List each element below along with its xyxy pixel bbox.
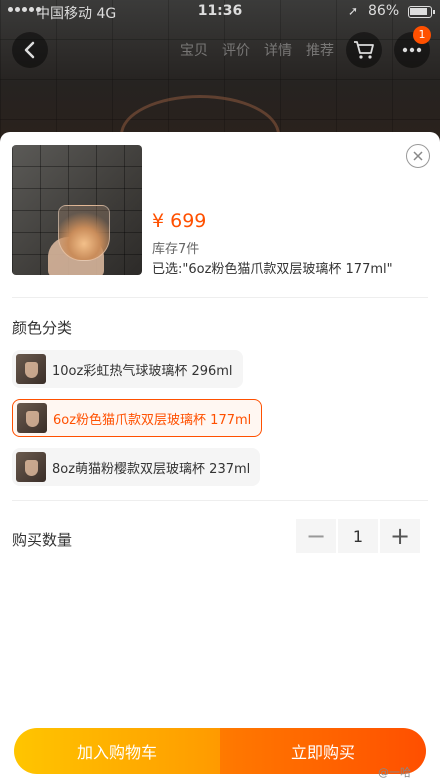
watermark: @一哈	[378, 766, 411, 779]
action-bar: 加入购物车 立即购买	[14, 728, 426, 774]
tab-baobei: 宝贝	[180, 43, 208, 59]
back-button[interactable]	[12, 32, 48, 68]
status-bar: 中国移动 4G 11:36 ➚ 86%	[0, 0, 440, 24]
option-thumbnail	[16, 354, 46, 384]
cart-icon	[354, 41, 374, 59]
cart-button[interactable]	[346, 32, 382, 68]
more-dots-icon	[402, 47, 422, 53]
option-label: 10oz彩虹热气球玻璃杯 296ml	[52, 363, 233, 379]
color-section-title: 颜色分类	[12, 319, 73, 337]
product-thumbnail[interactable]	[12, 145, 142, 275]
selected-variant: 已选:"6oz粉色猫爪款双层玻璃杯 177ml"	[152, 262, 393, 277]
divider	[12, 500, 428, 501]
quantity-title: 购买数量	[12, 531, 73, 549]
thumbnail-glass	[58, 205, 110, 261]
dimmed-tabs: 宝贝 评价 详情 推荐	[180, 40, 334, 60]
tab-reviews: 评价	[222, 43, 250, 59]
close-button[interactable]	[406, 144, 430, 168]
tab-details: 详情	[264, 43, 292, 59]
option-thumbnail	[17, 403, 47, 433]
product-price: ¥ 699	[152, 210, 207, 232]
option-label: 8oz萌猫粉樱款双层玻璃杯 237ml	[52, 461, 251, 477]
color-option[interactable]: 10oz彩虹热气球玻璃杯 296ml	[12, 350, 243, 388]
divider	[12, 297, 428, 298]
battery-percent: 86%	[368, 3, 400, 19]
stock-count: 库存7件	[152, 242, 200, 257]
increase-button[interactable]: +	[380, 519, 420, 553]
color-option[interactable]: 8oz萌猫粉樱款双层玻璃杯 237ml	[12, 448, 261, 486]
close-icon	[413, 151, 423, 161]
decrease-button[interactable]: −	[296, 519, 336, 553]
battery-icon	[408, 6, 435, 18]
chevron-left-icon	[24, 41, 35, 59]
add-to-cart-button[interactable]: 加入购物车	[14, 728, 220, 774]
quantity-stepper: − 1 +	[296, 519, 420, 553]
location-icon: ➚	[348, 4, 359, 18]
color-option-selected[interactable]: 6oz粉色猫爪款双层玻璃杯 177ml	[12, 399, 263, 437]
cart-badge: 1	[413, 26, 431, 44]
option-thumbnail	[16, 452, 46, 482]
quantity-value[interactable]: 1	[338, 519, 378, 553]
tab-recommend: 推荐	[306, 43, 334, 59]
option-label: 6oz粉色猫爪款双层玻璃杯 177ml	[53, 412, 252, 428]
